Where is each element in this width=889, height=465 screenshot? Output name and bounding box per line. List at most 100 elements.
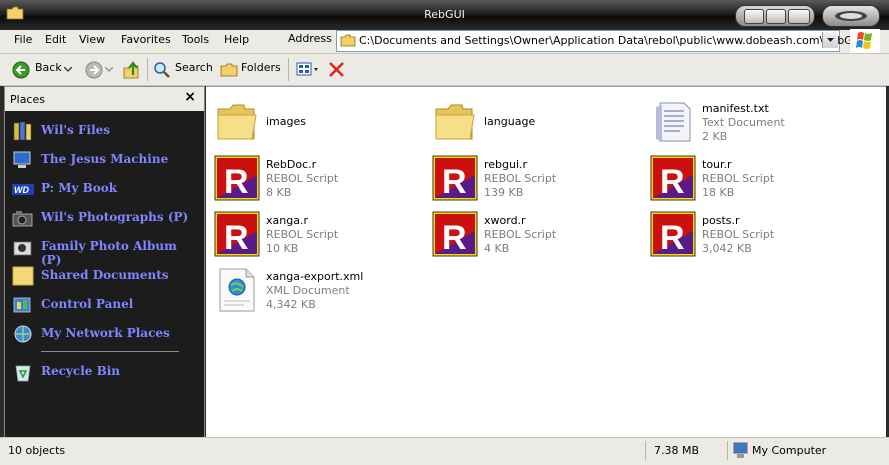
places-item-jesus-machine[interactable]: The Jesus Machine <box>12 148 200 172</box>
windows-logo <box>850 29 880 53</box>
window-controls <box>735 5 815 27</box>
title-bar[interactable]: RebGUI <box>0 0 889 31</box>
search-label: Search <box>175 61 213 74</box>
chevron-down-icon <box>64 67 72 72</box>
status-location: My Computer <box>752 444 827 457</box>
file-item-rebdoc[interactable]: R RebDoc.r REBOL Script 8 KB <box>214 155 424 201</box>
file-name: manifest.txt <box>702 102 769 115</box>
places-item-wils-files[interactable]: Wil's Files <box>12 119 200 143</box>
back-button[interactable]: Back <box>12 58 76 82</box>
xml-document-icon <box>219 268 255 312</box>
menu-help[interactable]: Help <box>224 33 249 46</box>
file-type: Text Document <box>702 116 785 129</box>
back-label: Back <box>35 61 62 74</box>
places-item-wils-photographs[interactable]: Wil's Photographs (P) <box>12 206 200 230</box>
toolbar-separator <box>288 58 289 81</box>
places-panel: Places × Wil's Files The Jesus Machine W… <box>4 86 205 438</box>
file-name: images <box>266 115 306 128</box>
rebol-script-icon: R <box>214 155 260 201</box>
file-name: tour.r <box>702 158 732 171</box>
back-arrow-icon <box>12 61 30 79</box>
places-item-label: My Network Places <box>41 326 170 340</box>
file-item-manifest[interactable]: manifest.txt Text Document 2 KB <box>650 99 860 145</box>
minimize-button[interactable] <box>744 9 764 24</box>
file-type: REBOL Script <box>266 172 339 185</box>
up-folder-button[interactable] <box>122 60 142 80</box>
places-item-my-network-places[interactable]: My Network Places <box>12 322 200 346</box>
file-size: 4 KB <box>484 242 510 255</box>
file-name: rebgui.r <box>484 158 528 171</box>
rebol-script-icon: R <box>214 211 260 257</box>
file-name: posts.r <box>702 214 740 227</box>
places-item-shared-documents[interactable]: Shared Documents <box>12 264 200 288</box>
places-item-label: Recycle Bin <box>41 364 120 378</box>
toolbar-separator <box>147 58 148 81</box>
search-button[interactable]: Search <box>153 58 213 82</box>
file-item-posts[interactable]: R posts.r REBOL Script 3,042 KB <box>650 211 860 257</box>
close-icon[interactable]: × <box>184 89 196 105</box>
menu-view[interactable]: View <box>79 33 105 46</box>
delete-button[interactable] <box>327 60 347 80</box>
file-item-xanga-export[interactable]: xanga-export.xml XML Document 4,342 KB <box>214 267 424 313</box>
places-item-control-panel[interactable]: Control Panel <box>12 293 200 317</box>
svg-text:R: R <box>660 163 685 201</box>
status-size: 7.38 MB <box>654 444 700 457</box>
restore-button[interactable] <box>766 9 786 24</box>
wd-drive-icon: WD <box>12 184 34 195</box>
computer-icon <box>13 151 31 168</box>
address-path: C:\Documents and Settings\Owner\Applicat… <box>359 34 864 47</box>
recycle-bin-icon <box>15 365 31 382</box>
file-size: 3,042 KB <box>702 242 752 255</box>
svg-text:R: R <box>442 163 467 201</box>
svg-text:R: R <box>442 219 467 257</box>
file-item-xanga[interactable]: R xanga.r REBOL Script 10 KB <box>214 211 424 257</box>
places-item-label: Shared Documents <box>41 268 169 282</box>
file-item-images[interactable]: images <box>214 99 424 145</box>
menu-favorites[interactable]: Favorites <box>121 33 171 46</box>
folder-icon <box>217 104 257 140</box>
file-item-language[interactable]: language <box>432 99 642 145</box>
views-button[interactable] <box>296 60 322 80</box>
rebol-script-icon: R <box>650 155 696 201</box>
menu-tools[interactable]: Tools <box>182 33 209 46</box>
file-type: REBOL Script <box>266 228 339 241</box>
folders-button[interactable]: Folders <box>220 58 282 82</box>
chevron-down-icon <box>105 67 113 72</box>
folders-icon <box>220 63 238 77</box>
menu-file[interactable]: File <box>14 33 32 46</box>
folders-label: Folders <box>241 61 281 74</box>
file-item-tour[interactable]: R tour.r REBOL Script 18 KB <box>650 155 860 201</box>
explorer-window: RebGUI File Edit View Favorites Tools He… <box>0 0 889 465</box>
photo-camera-icon <box>13 241 32 256</box>
menu-bar: File Edit View Favorites Tools Help Addr… <box>0 29 889 54</box>
status-bar: 10 objects 7.38 MB My Computer <box>0 437 889 465</box>
books-icon <box>13 121 32 141</box>
svg-text:WD: WD <box>14 185 29 195</box>
svg-text:R: R <box>660 219 685 257</box>
file-size: 18 KB <box>702 186 735 199</box>
file-type: REBOL Script <box>484 172 557 185</box>
menu-edit[interactable]: Edit <box>45 33 66 46</box>
forward-button[interactable] <box>85 58 113 82</box>
file-size: 4,342 KB <box>266 298 316 311</box>
search-icon <box>154 62 170 78</box>
places-item-label: P: My Book <box>41 181 118 195</box>
places-item-recycle-bin[interactable]: Recycle Bin <box>12 360 200 384</box>
address-dropdown-button[interactable] <box>822 32 838 48</box>
places-item-label: The Jesus Machine <box>41 152 169 166</box>
file-type: REBOL Script <box>702 172 775 185</box>
folder-icon <box>12 266 34 286</box>
places-header: Places × <box>5 87 204 111</box>
address-bar[interactable]: C:\Documents and Settings\Owner\Applicat… <box>336 30 864 52</box>
file-name: xanga-export.xml <box>266 270 364 283</box>
places-item-my-book[interactable]: WD P: My Book <box>12 177 200 201</box>
status-object-count: 10 objects <box>8 444 66 457</box>
file-item-xword[interactable]: R xword.r REBOL Script 4 KB <box>432 211 642 257</box>
places-item-label: Wil's Files <box>41 123 111 137</box>
maximize-button[interactable] <box>788 9 810 24</box>
file-item-rebgui[interactable]: R rebgui.r REBOL Script 139 KB <box>432 155 642 201</box>
close-button[interactable] <box>822 5 880 27</box>
rebol-script-icon: R <box>650 211 696 257</box>
places-item-family-photo-album[interactable]: Family Photo Album (P) <box>12 235 200 267</box>
up-folder-icon <box>123 61 139 79</box>
